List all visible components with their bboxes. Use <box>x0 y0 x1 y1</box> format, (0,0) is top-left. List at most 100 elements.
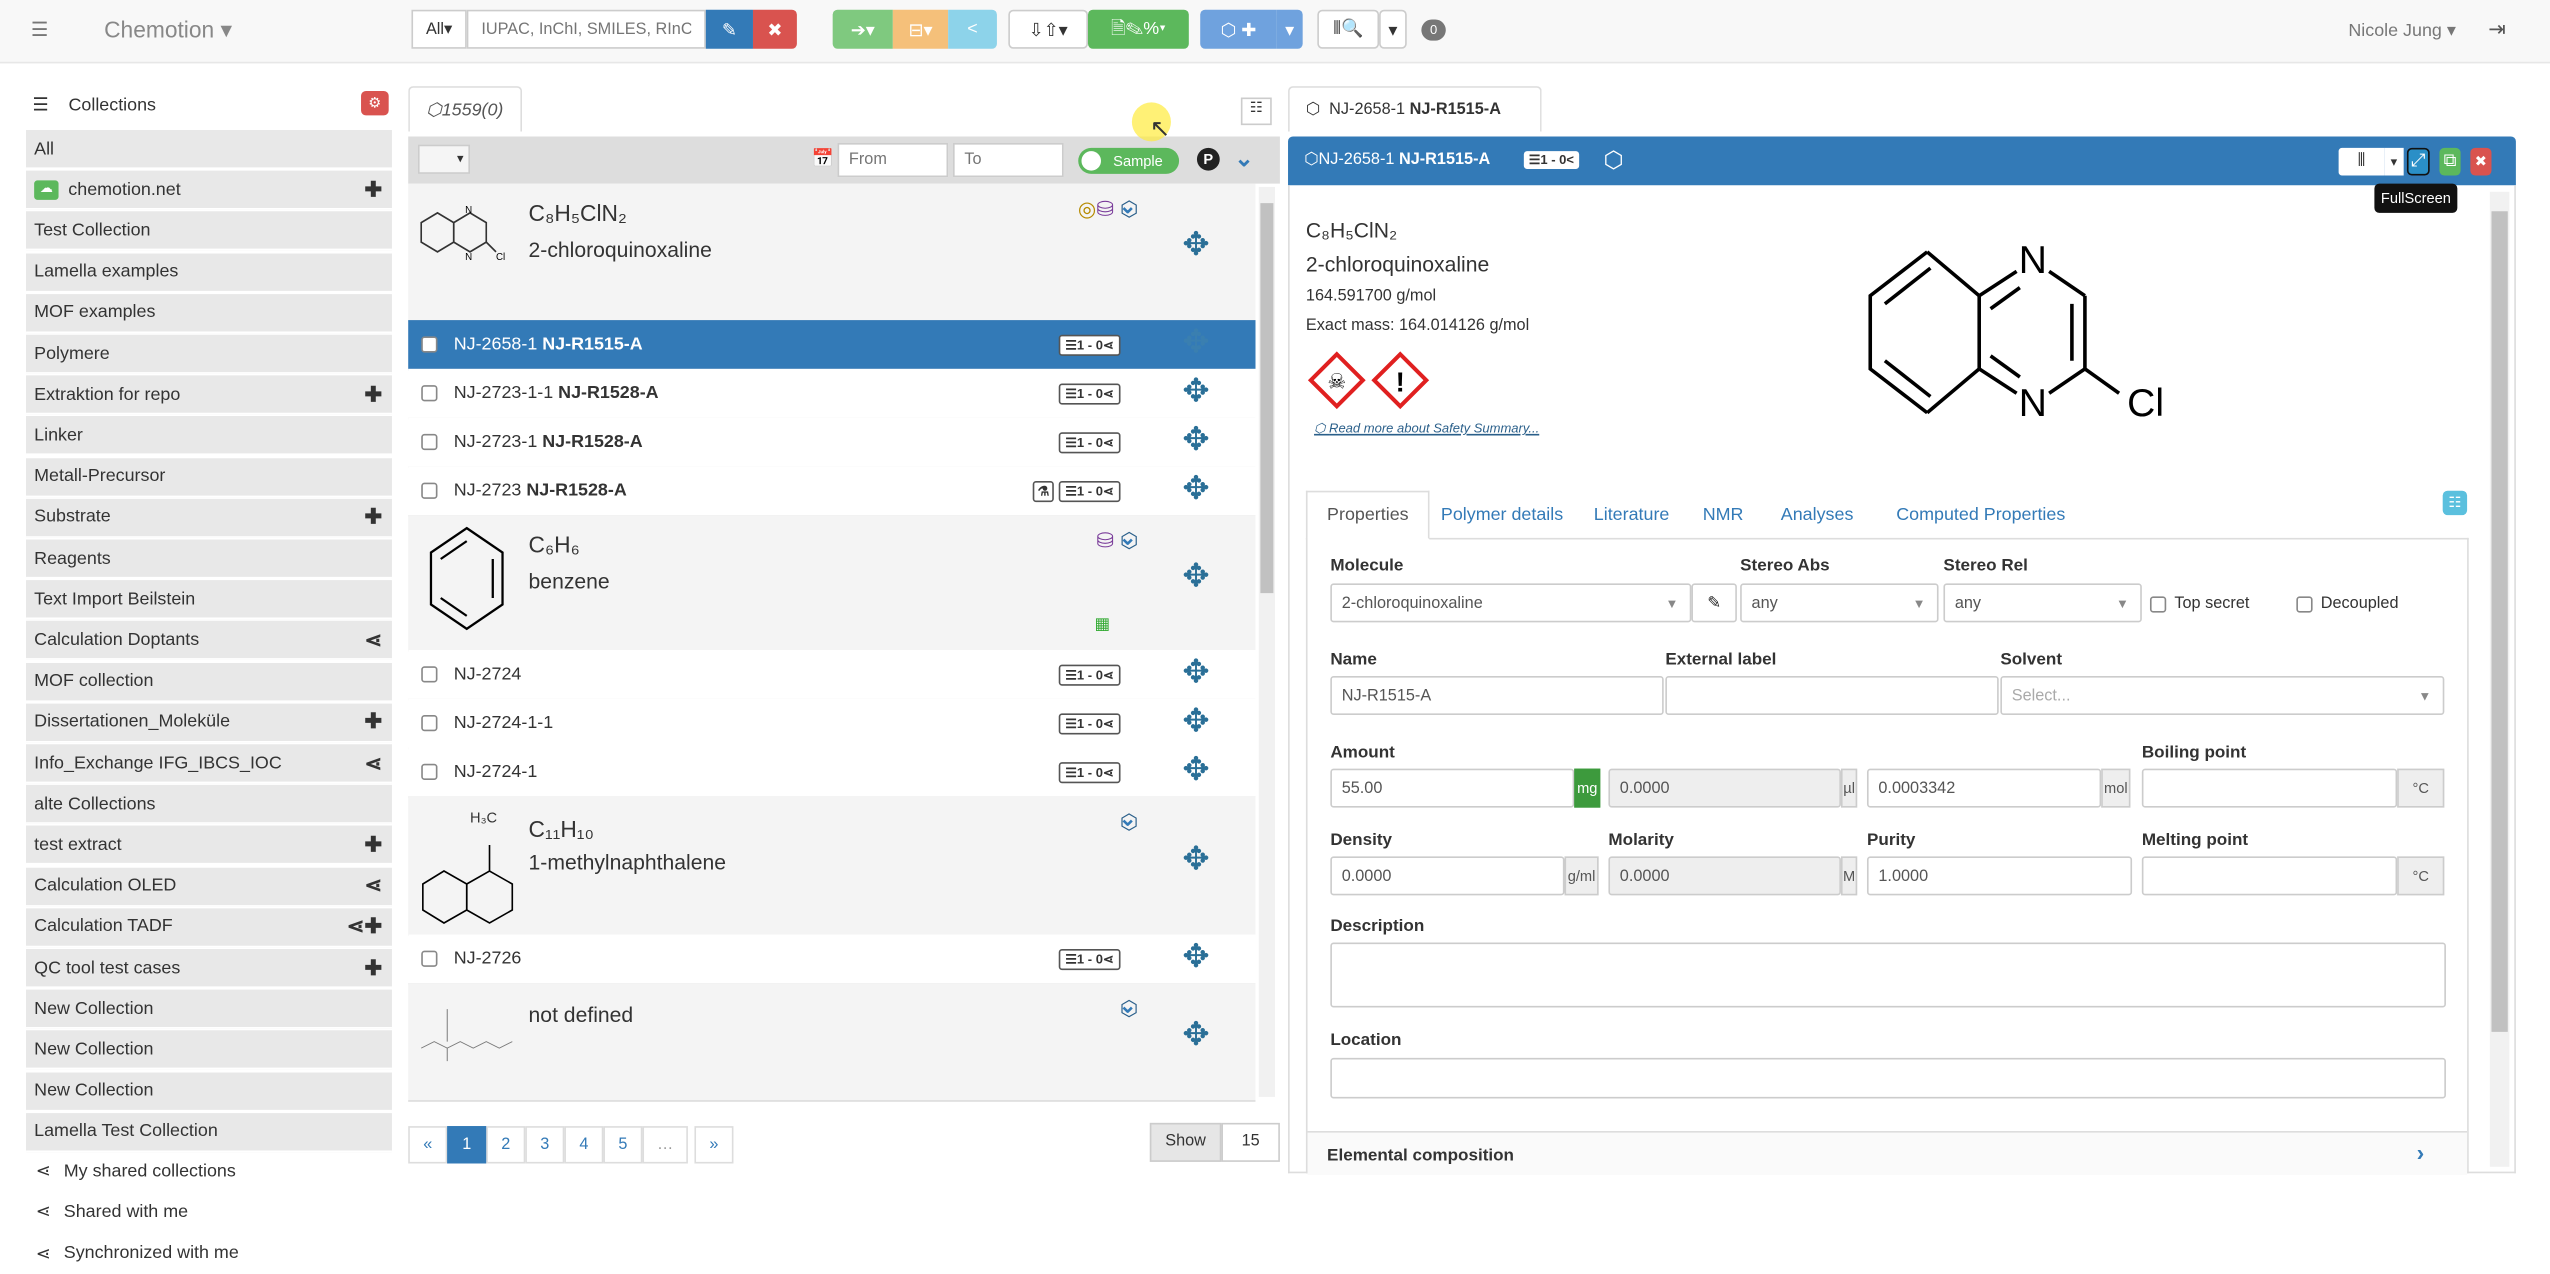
date-to-input[interactable] <box>953 143 1064 178</box>
analyses-badge[interactable]: ☰1 - 0⋖ <box>1058 480 1121 502</box>
fullscreen-button[interactable]: ⤢ <box>2406 147 2430 176</box>
stereo-abs-select[interactable]: any ▼ <box>1740 583 1939 623</box>
compound-group[interactable]: N N Cl C₈H₅ClN₂ 2-chloroquinoxaline ◎⛁ ⬡ ⌄ ✥ <box>408 183 1256 322</box>
amount-mg-input[interactable]: 55.00 <box>1330 768 1575 808</box>
import-export-button[interactable]: ⇩⇧▾ <box>1008 9 1088 49</box>
add-icon[interactable]: ✚ <box>364 381 382 407</box>
tab-samples[interactable]: ⬡ 1559(0) <box>408 86 522 132</box>
chemotion-repo-icon[interactable]: ⬡ <box>1604 146 1624 174</box>
tab-literature[interactable]: Literature <box>1594 491 1670 538</box>
melting-point-input[interactable] <box>2141 856 2398 896</box>
create-button[interactable]: ⬡ ✚ <box>1200 9 1277 49</box>
stereo-rel-select[interactable]: any ▼ <box>1943 583 2142 623</box>
sidebar-item[interactable]: QC tool test cases ✚ <box>26 949 392 988</box>
sidebar-item[interactable]: Metall-Precursor <box>26 457 392 497</box>
logout-icon[interactable]: ⇥ <box>2488 16 2506 42</box>
sample-checkbox[interactable] <box>421 666 438 683</box>
add-icon[interactable]: ✚ <box>364 832 382 858</box>
external-label-input[interactable] <box>1665 676 1999 715</box>
location-input[interactable] <box>1330 1057 2446 1099</box>
brand-dropdown[interactable]: Chemotion ▾ <box>104 16 232 44</box>
add-icon[interactable]: ✚ <box>364 709 382 735</box>
drag-handle-icon[interactable]: ✥ <box>1182 705 1209 738</box>
drag-handle-icon[interactable]: ✥ <box>1182 941 1209 974</box>
page-size-input[interactable]: 15 <box>1221 1122 1280 1162</box>
scrollbar-thumb[interactable] <box>1260 203 1274 594</box>
share-button[interactable]: < <box>948 9 997 49</box>
molarity-input[interactable]: 0.0000 <box>1608 856 1841 896</box>
share-icon[interactable]: ⋖✚ <box>347 914 382 940</box>
decoupled-checkbox[interactable]: Decoupled <box>2296 595 2398 613</box>
menu-icon[interactable]: ☰ <box>31 18 49 41</box>
page-next[interactable]: » <box>694 1126 734 1164</box>
compound-group[interactable]: H₃C C₁₁H₁₀ 1-methylnaphthalene ⬡ ⌄ ✥ <box>408 796 1256 936</box>
select-all-checkbox[interactable]: ▾ <box>417 144 471 174</box>
density-input[interactable]: 0.0000 <box>1330 856 1565 896</box>
sample-row[interactable]: NJ-2658-1 NJ-R1515-A ☰1 - 0⋖ ✥ <box>408 320 1256 371</box>
page-3[interactable]: 3 <box>525 1126 565 1164</box>
barcode-button[interactable]: ⦀ <box>2338 147 2385 176</box>
sidebar-item[interactable]: Polymere <box>26 334 392 374</box>
compound-group[interactable]: not defined ⬡ ⌄ ✥ <box>408 983 1256 1102</box>
share-icon[interactable]: ⋖ <box>364 750 382 776</box>
shared-collection-item[interactable]: ⋖ My shared collections <box>36 1160 236 1181</box>
sample-checkbox[interactable] <box>421 763 438 780</box>
page-prev[interactable]: « <box>408 1126 448 1164</box>
sample-row[interactable]: NJ-2724-1-1 ☰1 - 0⋖ ✥ <box>408 698 1256 750</box>
page-1[interactable]: 1 <box>447 1126 487 1164</box>
move-button[interactable]: ➔▾ <box>832 9 893 49</box>
collapse-all-icon[interactable]: ⌄ <box>1234 145 1253 173</box>
sidebar-item[interactable]: alte Collections <box>26 785 392 825</box>
chevron-down-icon[interactable]: ⌄ <box>1119 806 1137 832</box>
drag-handle-icon[interactable]: ✥ <box>1182 375 1209 408</box>
sidebar-item[interactable]: Substrate ✚ <box>26 498 392 538</box>
sidebar-item[interactable]: All <box>26 130 392 169</box>
analyses-badge[interactable]: ☰1 - 0⋖ <box>1058 712 1121 734</box>
purity-input[interactable]: 1.0000 <box>1866 856 2133 896</box>
drag-handle-icon[interactable]: ✥ <box>1182 843 1209 876</box>
sidebar-item[interactable]: Text Import Beilstein <box>26 580 392 620</box>
calculator-icon[interactable]: ▦ <box>1094 616 1109 634</box>
tab-analyses[interactable]: Analyses <box>1781 491 1854 538</box>
analyses-badge[interactable]: ☰1 - 0⋖ <box>1058 761 1121 783</box>
close-button[interactable]: ✖ <box>2470 147 2492 176</box>
tab-nmr[interactable]: NMR <box>1703 491 1744 538</box>
list-settings-icon[interactable]: ☷ <box>1240 97 1272 126</box>
sidebar-item[interactable]: New Collection <box>26 989 392 1029</box>
sample-checkbox[interactable] <box>421 482 438 499</box>
add-icon[interactable]: ✚ <box>364 504 382 530</box>
analyses-badge[interactable]: ☰1 - 0⋖ <box>1058 431 1121 453</box>
clear-search-button[interactable]: ✖ <box>752 9 797 49</box>
sidebar-item[interactable]: MOF collection <box>26 662 392 702</box>
sample-checkbox[interactable] <box>421 385 438 402</box>
sidebar-item[interactable]: Extraktion for repo ✚ <box>26 375 392 415</box>
analyses-badge[interactable]: ☰1 - 0⋖ <box>1058 333 1121 356</box>
list-scrollbar[interactable] <box>1258 186 1276 1097</box>
chevron-down-icon[interactable]: ⌄ <box>1119 193 1137 219</box>
barcode-dropdown-button[interactable]: ▾ <box>2384 147 2404 176</box>
header-badge[interactable]: ☰1 - 0< <box>1523 151 1579 169</box>
tab-sample-detail[interactable]: ⬡ NJ-2658-1 NJ-R1515-A <box>1288 86 1542 132</box>
barcode-search-button[interactable]: ⦀🔍 <box>1317 9 1380 49</box>
sample-row[interactable]: NJ-2723-1-1 NJ-R1528-A ☰1 - 0⋖ ✥ <box>408 368 1256 420</box>
sidebar-item[interactable]: Test Collection <box>26 211 392 251</box>
drag-handle-icon[interactable]: ✥ <box>1182 1019 1209 1052</box>
amount-mol-input[interactable]: 0.0003342 <box>1866 768 2102 808</box>
description-textarea[interactable] <box>1330 942 2446 1008</box>
shared-collection-item[interactable]: ⋖ Shared with me <box>36 1201 188 1222</box>
sidebar-item[interactable]: Calculation TADF ⋖✚ <box>26 908 392 948</box>
drag-handle-icon[interactable]: ✥ <box>1182 229 1209 262</box>
remove-button[interactable]: ⊟▾ <box>892 9 949 49</box>
sample-checkbox[interactable] <box>421 336 438 353</box>
collection-settings-button[interactable]: ⚙ <box>361 91 389 116</box>
sidebar-item[interactable]: Reagents <box>26 539 392 579</box>
chevron-down-icon[interactable]: ⌄ <box>1119 993 1137 1019</box>
sample-checkbox[interactable] <box>421 715 438 732</box>
unit-ul-button[interactable]: µl <box>1840 768 1858 808</box>
add-icon[interactable]: ✚ <box>364 177 382 203</box>
compound-group[interactable]: C₆H₆ benzene ⛁ ⬡ ⌄ ✥ ▦ <box>408 515 1256 652</box>
sidebar-item[interactable]: Calculation Doptants ⋖ <box>26 621 392 661</box>
detail-scrollbar-thumb[interactable] <box>2491 211 2508 1032</box>
chevron-right-icon[interactable]: › <box>2417 1139 2425 1165</box>
safety-summary-link[interactable]: ⬡ Read more about Safety Summary... <box>1314 421 1539 436</box>
